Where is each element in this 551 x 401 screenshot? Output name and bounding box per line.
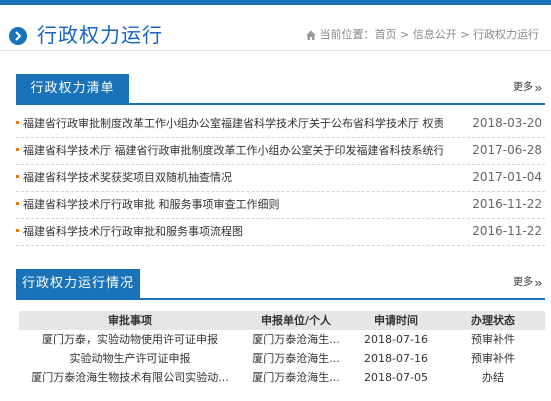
bullet-icon xyxy=(16,202,19,205)
column-header: 审批事项 xyxy=(19,311,241,330)
page-title: 行政权力运行 xyxy=(37,23,163,47)
power-list-more-link[interactable]: 更多 xyxy=(513,82,542,94)
list-item[interactable]: 福建省行政审批制度改革工作小组办公室福建省科学技术厅关于公布省科学技术厅 权责.… xyxy=(16,111,545,138)
column-header: 办理状态 xyxy=(441,311,545,330)
power-status-more-link[interactable]: 更多 xyxy=(513,277,542,289)
table-cell-date: 2018-07-16 xyxy=(364,352,428,365)
page-header: 行政权力运行 当前位置： 首页 > 信息公开 > 行政权力运行 xyxy=(0,5,551,51)
list-item[interactable]: 福建省科学技术厅行政审批 和服务事项审查工作细则 2016-11-22 xyxy=(16,192,545,219)
table-cell-applicant: 厦门万泰沧海生... xyxy=(252,333,340,346)
breadcrumb-label: 当前位置： xyxy=(319,28,375,41)
list-item[interactable]: 福建省科学技术厅行政审批和服务事项流程图 2016-11-22 xyxy=(16,219,545,246)
breadcrumb-current: 行政权力运行 xyxy=(473,28,539,41)
bullet-icon xyxy=(16,229,19,232)
table-cell-date: 2018-07-05 xyxy=(364,371,428,384)
table-cell-applicant: 厦门万泰沧海生... xyxy=(252,371,340,384)
breadcrumb-separator: > xyxy=(396,28,413,41)
bullet-icon xyxy=(16,175,19,178)
table-cell-item[interactable]: 厦门万泰，实验动物使用许可证申报 xyxy=(19,330,241,349)
power-status-tab[interactable]: 行政权力运行情况 xyxy=(16,269,140,298)
breadcrumb-home-link[interactable]: 首页 xyxy=(375,27,397,43)
list-item-title[interactable]: 福建省科学技术厅行政审批 和服务事项审查工作细则 xyxy=(23,198,443,212)
column-header: 申请时间 xyxy=(351,311,441,330)
power-list-header: 行政权力清单 更多 xyxy=(16,74,545,105)
table-cell-applicant: 厦门万泰沧海生... xyxy=(252,352,340,365)
table-cell-date: 2018-07-16 xyxy=(364,333,428,346)
double-chevron-icon xyxy=(535,280,542,286)
home-icon xyxy=(305,30,316,40)
list-item-date: 2016-11-22 xyxy=(472,224,542,238)
list-item-title[interactable]: 福建省科学技术奖获奖项目双随机抽查情况 xyxy=(23,171,443,185)
double-chevron-icon xyxy=(535,85,542,91)
list-item-date: 2018-03-20 xyxy=(472,116,542,130)
list-item[interactable]: 福建省科学技术厅 福建省行政审批制度改革工作小组办公室关于印发福建省科技系统行.… xyxy=(16,138,545,165)
bullet-icon xyxy=(16,148,19,151)
power-status-table: 审批事项 申报单位/个人 申请时间 办理状态 厦门万泰，实验动物使用许可证申报 … xyxy=(19,311,545,387)
breadcrumb-info-link[interactable]: 信息公开 xyxy=(413,27,457,43)
table-header-row: 审批事项 申报单位/个人 申请时间 办理状态 xyxy=(19,311,545,330)
list-item[interactable]: 福建省科学技术奖获奖项目双随机抽查情况 2017-01-04 xyxy=(16,165,545,192)
table-row[interactable]: 厦门万泰沧海生物技术有限公司实验动... 厦门万泰沧海生... 2018-07-… xyxy=(19,368,545,387)
power-status-header: 行政权力运行情况 更多 xyxy=(16,269,545,300)
list-item-date: 2016-11-22 xyxy=(472,197,542,211)
table-cell-item[interactable]: 实验动物生产许可证申报 xyxy=(19,349,241,368)
power-list-tab[interactable]: 行政权力清单 xyxy=(16,74,129,103)
list-item-date: 2017-06-28 xyxy=(472,143,542,157)
table-cell-status: 预审补件 xyxy=(471,333,515,346)
column-header: 申报单位/个人 xyxy=(241,311,351,330)
table-cell-status: 预审补件 xyxy=(471,352,515,365)
table-cell-item[interactable]: 厦门万泰沧海生物技术有限公司实验动... xyxy=(19,368,241,387)
list-item-title[interactable]: 福建省行政审批制度改革工作小组办公室福建省科学技术厅关于公布省科学技术厅 权责.… xyxy=(23,117,443,131)
list-item-title[interactable]: 福建省科学技术厅 福建省行政审批制度改革工作小组办公室关于印发福建省科技系统行.… xyxy=(23,144,443,158)
bullet-icon xyxy=(16,121,19,124)
table-row[interactable]: 实验动物生产许可证申报 厦门万泰沧海生... 2018-07-16 预审补件 xyxy=(19,349,545,368)
table-cell-status: 办结 xyxy=(482,371,504,384)
circle-arrow-icon xyxy=(9,27,27,45)
table-row[interactable]: 厦门万泰，实验动物使用许可证申报 厦门万泰沧海生... 2018-07-16 预… xyxy=(19,330,545,349)
list-item-title[interactable]: 福建省科学技术厅行政审批和服务事项流程图 xyxy=(23,225,443,239)
list-item-date: 2017-01-04 xyxy=(472,170,542,184)
breadcrumb-separator: > xyxy=(456,28,473,41)
breadcrumb: 当前位置： 首页 > 信息公开 > 行政权力运行 xyxy=(305,27,539,43)
